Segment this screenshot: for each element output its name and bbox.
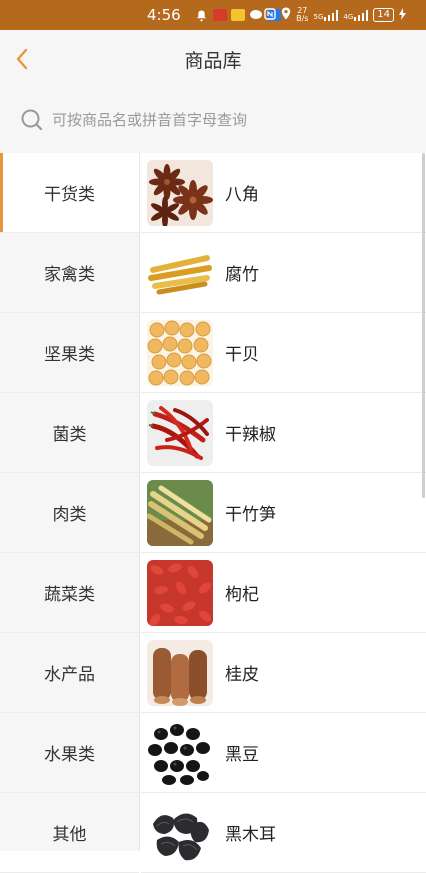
product-name: 干竹笋	[225, 505, 276, 525]
charging-icon	[399, 7, 406, 23]
category-label: 水果类	[44, 745, 95, 765]
product-item[interactable]: 干贝	[141, 313, 426, 393]
scrollbar[interactable]	[422, 153, 425, 498]
status-bar: 4:56 27 B/s 5G 4G 14	[0, 0, 426, 30]
product-name: 黑豆	[225, 745, 259, 765]
product-item[interactable]: 黑豆	[141, 713, 426, 793]
search-bar	[0, 88, 426, 153]
dried-chili-image	[147, 399, 213, 466]
category-label: 干货类	[44, 185, 95, 205]
product-name: 枸杞	[225, 585, 259, 605]
category-label: 肉类	[52, 505, 87, 525]
category-item-fruits[interactable]: 水果类	[0, 713, 139, 793]
product-item[interactable]: 腐竹	[141, 233, 426, 313]
category-item-meat[interactable]: 肉类	[0, 473, 139, 553]
signal-5g: 5G	[313, 9, 339, 21]
signal-5g-label: 5G	[313, 12, 324, 21]
star-anise-image	[147, 159, 213, 226]
location-icon	[281, 7, 291, 23]
network-speed: 27 B/s	[296, 7, 308, 23]
dried-bamboo-shoots-image	[147, 479, 213, 546]
tofu-skin-image	[147, 239, 213, 306]
category-label: 菌类	[52, 425, 87, 445]
black-fungus-image	[147, 799, 213, 866]
page-title: 商品库	[184, 49, 242, 72]
nfc-icon	[264, 7, 276, 23]
signal-4g: 4G	[343, 9, 369, 21]
app-header: 商品库	[0, 30, 426, 88]
goji-berries-image	[147, 559, 213, 626]
status-time: 4:56	[147, 6, 181, 24]
battery-indicator: 14	[373, 8, 394, 22]
app-notification-icon	[213, 9, 227, 21]
dried-scallops-image	[147, 319, 213, 386]
chevron-left-icon	[16, 48, 28, 70]
category-label: 坚果类	[44, 345, 95, 365]
category-item-poultry[interactable]: 家禽类	[0, 233, 139, 313]
back-button[interactable]	[10, 44, 34, 74]
product-item[interactable]: 干竹笋	[141, 473, 426, 553]
category-item-mushrooms[interactable]: 菌类	[0, 393, 139, 473]
search-input[interactable]	[52, 108, 392, 132]
product-name: 黑木耳	[225, 825, 276, 845]
category-item-seafood[interactable]: 水产品	[0, 633, 139, 713]
signal-bars-icon	[324, 9, 339, 21]
signal-4g-label: 4G	[343, 12, 354, 21]
category-label: 水产品	[44, 665, 95, 685]
product-item[interactable]: 黑木耳	[141, 793, 426, 873]
product-name: 桂皮	[225, 665, 259, 685]
product-item[interactable]: 八角	[141, 153, 426, 233]
message-icon	[249, 9, 263, 21]
category-label: 家禽类	[44, 265, 95, 285]
notification-bell-icon	[195, 9, 209, 22]
product-name: 干贝	[225, 345, 259, 365]
meituan-icon	[231, 9, 245, 21]
product-name: 腐竹	[225, 265, 259, 285]
product-name: 干辣椒	[225, 425, 276, 445]
signal-bars-icon-2	[354, 9, 369, 21]
product-item[interactable]: 干辣椒	[141, 393, 426, 473]
product-list: 八角 腐竹 干贝 干辣椒 干竹笋 枸杞 桂皮 黑豆 黑木耳	[141, 153, 426, 873]
status-right: 27 B/s 5G 4G 14	[264, 7, 406, 23]
product-item[interactable]: 桂皮	[141, 633, 426, 713]
category-item-vegetables[interactable]: 蔬菜类	[0, 553, 139, 633]
network-speed-unit: B/s	[296, 14, 309, 23]
black-beans-image	[147, 719, 213, 786]
category-label: 蔬菜类	[44, 585, 95, 605]
search-icon	[20, 108, 44, 136]
category-item-nuts[interactable]: 坚果类	[0, 313, 139, 393]
product-name: 八角	[225, 185, 259, 205]
category-item-other[interactable]: 其他	[0, 793, 139, 873]
category-sidebar: 干货类 家禽类 坚果类 菌类 肉类 蔬菜类 水产品 水果类 其他	[0, 153, 140, 873]
product-item[interactable]: 枸杞	[141, 553, 426, 633]
category-item-dried-goods[interactable]: 干货类	[0, 153, 139, 233]
category-label: 其他	[52, 825, 87, 845]
cinnamon-bark-image	[147, 639, 213, 706]
